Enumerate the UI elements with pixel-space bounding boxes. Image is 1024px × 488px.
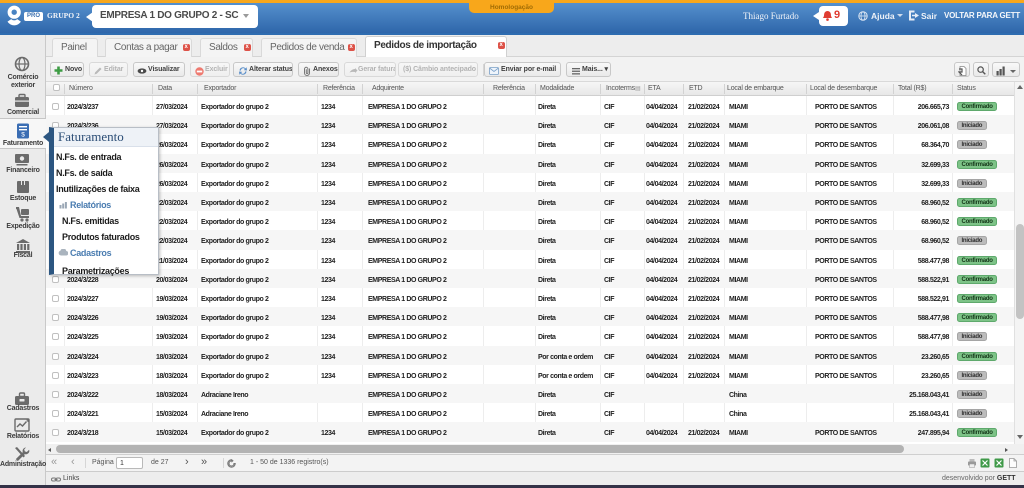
svg-text:$: $	[21, 132, 25, 139]
